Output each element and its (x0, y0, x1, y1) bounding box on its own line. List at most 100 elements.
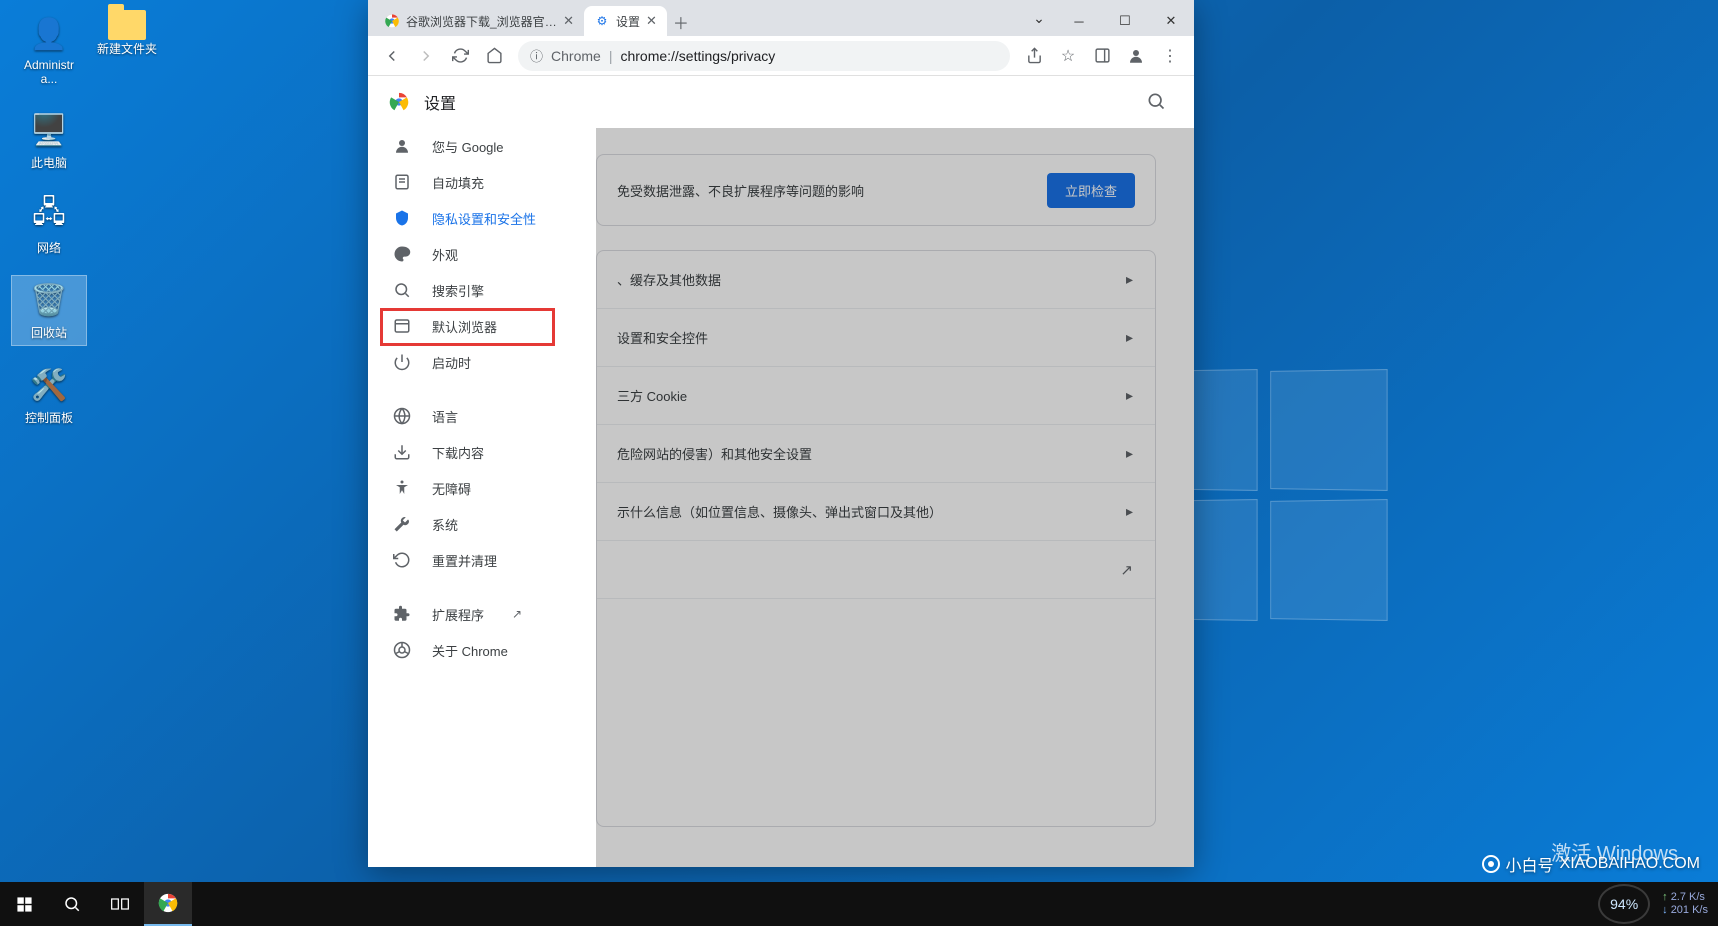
person-icon (392, 137, 412, 155)
minimize-button[interactable]: ─ (1056, 6, 1102, 36)
nav-label: 启动时 (432, 353, 471, 372)
nav-label: 默认浏览器 (432, 317, 497, 336)
net-pct: 94 (1610, 896, 1626, 912)
taskview-button[interactable] (96, 882, 144, 926)
gear-icon: ⚙ (594, 13, 610, 29)
desktop-icon-label: 此电脑 (31, 154, 67, 171)
desktop-icons-column: 👤 Administra... 🖥️ 此电脑 🖧 网络 🗑️ 回收站 🛠️ 控制… (12, 10, 86, 430)
maximize-button[interactable]: ☐ (1102, 6, 1148, 36)
nav-label: 自动填充 (432, 173, 484, 192)
menu-button[interactable]: ⋮ (1154, 40, 1186, 72)
reset-icon (392, 551, 412, 569)
nav-item-search[interactable]: 搜索引擎 (368, 272, 584, 308)
a11y-icon (392, 479, 412, 497)
network-stats: 2.7 K/s 201 K/s (1662, 891, 1708, 917)
settings-sidebar: 您与 Google 自动填充隐私设置和安全性外观搜索引擎默认浏览器启动时语言下载内… (368, 128, 596, 867)
share-button[interactable] (1018, 40, 1050, 72)
nav-item-power[interactable]: 启动时 (368, 344, 584, 380)
desktop-icon-label: 网络 (37, 239, 61, 256)
desktop-icon-label: 控制面板 (25, 409, 73, 426)
nav-label: 语言 (432, 407, 458, 426)
nav-label: 下载内容 (432, 443, 484, 462)
close-tab-icon[interactable]: ✕ (563, 13, 574, 29)
brand-name: 小白号 (1506, 852, 1554, 876)
nav-label: 隐私设置和安全性 (432, 209, 536, 228)
nav-item-browser[interactable]: 默认浏览器 (368, 308, 584, 344)
omnibox[interactable]: ⓘ Chrome | chrome://settings/privacy (518, 41, 1010, 71)
nav-item-person[interactable]: 您与 Google (368, 128, 584, 164)
nav-item-download[interactable]: 下载内容 (368, 434, 584, 470)
nav-item-wrench[interactable]: 系统 (368, 506, 584, 542)
desktop-icon-label: Administra... (16, 58, 82, 86)
radio-icon (1482, 855, 1500, 873)
desktop-icon-recycle[interactable]: 🗑️ 回收站 (12, 276, 86, 345)
close-tab-icon[interactable]: ✕ (646, 13, 657, 29)
forward-button[interactable] (410, 40, 442, 72)
search-button[interactable] (48, 882, 96, 926)
tab-settings[interactable]: ⚙ 设置 ✕ (584, 6, 667, 36)
start-button[interactable] (0, 882, 48, 926)
site-info-icon[interactable]: ⓘ (530, 46, 543, 65)
nav-label: 您与 Google (432, 137, 504, 156)
network-meter[interactable]: 94% (1598, 884, 1650, 924)
tab-other[interactable]: 谷歌浏览器下载_浏览器官网入口 ✕ (374, 6, 584, 36)
download-icon (392, 443, 412, 461)
taskbar-chrome[interactable] (144, 882, 192, 926)
recycle-bin-icon: 🗑️ (29, 280, 69, 320)
network-icon: 🖧 (29, 195, 69, 235)
nav-item-autofill[interactable]: 自动填充 (368, 164, 584, 200)
nav-item-palette[interactable]: 外观 (368, 236, 584, 272)
nav-item-reset[interactable]: 重置并清理 (368, 542, 584, 578)
desktop-icon-thispc[interactable]: 🖥️ 此电脑 (12, 106, 86, 175)
desktop-icon-newfolder[interactable]: 新建文件夹 (90, 10, 164, 57)
profile-button[interactable] (1120, 40, 1152, 72)
nav-label: 无障碍 (432, 479, 471, 498)
desktop-icon-label: 新建文件夹 (97, 40, 157, 57)
desktop: 👤 Administra... 🖥️ 此电脑 🖧 网络 🗑️ 回收站 🛠️ 控制… (0, 0, 1718, 926)
nav-label: 扩展程序 (432, 605, 484, 624)
system-tray[interactable]: 94% 2.7 K/s 201 K/s (1598, 882, 1718, 926)
nav-item-globe[interactable]: 语言 (368, 398, 584, 434)
sidepanel-button[interactable] (1086, 40, 1118, 72)
control-panel-icon: 🛠️ (29, 365, 69, 405)
palette-icon (392, 245, 412, 263)
nav-item-chrome[interactable]: 关于 Chrome (368, 632, 584, 668)
search-settings-button[interactable] (1146, 91, 1166, 111)
bookmark-button[interactable]: ☆ (1052, 40, 1084, 72)
nav-item-shield[interactable]: 隐私设置和安全性 (368, 200, 584, 236)
wrench-icon (392, 515, 412, 533)
taskbar: 94% 2.7 K/s 201 K/s (0, 882, 1718, 926)
nav-label: 系统 (432, 515, 458, 534)
titlebar[interactable]: 谷歌浏览器下载_浏览器官网入口 ✕ ⚙ 设置 ✕ ＋ ⌄ ─ ☐ ✕ (368, 0, 1194, 36)
browser-icon (392, 317, 412, 335)
back-button[interactable] (376, 40, 408, 72)
toolbar: ⓘ Chrome | chrome://settings/privacy ☆ ⋮ (368, 36, 1194, 76)
nav-label: 关于 Chrome (432, 641, 508, 660)
desktop-icon-admin[interactable]: 👤 Administra... (12, 10, 86, 90)
desktop-icon-controlpanel[interactable]: 🛠️ 控制面板 (12, 361, 86, 430)
settings-content: 设置 您与 Google 自动填充隐私设置和安全性外观搜索引擎默认浏览器启动时语言… (368, 76, 1194, 867)
net-up: 2.7 K/s (1662, 891, 1708, 904)
chrome-icon (392, 641, 412, 659)
url-scheme-label: Chrome (551, 48, 601, 64)
new-tab-button[interactable]: ＋ (667, 8, 695, 36)
home-button[interactable] (478, 40, 510, 72)
desktop-icon-network[interactable]: 🖧 网络 (12, 191, 86, 260)
settings-header: 设置 (368, 76, 1194, 128)
close-window-button[interactable]: ✕ (1148, 6, 1194, 36)
net-dn: 201 K/s (1662, 904, 1708, 917)
content-dim-overlay (596, 128, 1194, 867)
nav-label: 外观 (432, 245, 458, 264)
folder-icon (108, 10, 146, 40)
tabsearch-icon[interactable]: ⌄ (1022, 6, 1056, 30)
brand-domain: XIAOBAIHAO.COM (1560, 855, 1700, 873)
chrome-window: 谷歌浏览器下载_浏览器官网入口 ✕ ⚙ 设置 ✕ ＋ ⌄ ─ ☐ ✕ (368, 0, 1194, 867)
nav-item-ext[interactable]: 扩展程序 ↗ (368, 596, 584, 632)
external-link-icon: ↗ (512, 607, 522, 621)
user-folder-icon: 👤 (29, 14, 69, 54)
url-divider: | (609, 48, 613, 64)
desktop-icon-label: 回收站 (31, 324, 67, 341)
nav-label: 重置并清理 (432, 551, 497, 570)
nav-item-a11y[interactable]: 无障碍 (368, 470, 584, 506)
reload-button[interactable] (444, 40, 476, 72)
